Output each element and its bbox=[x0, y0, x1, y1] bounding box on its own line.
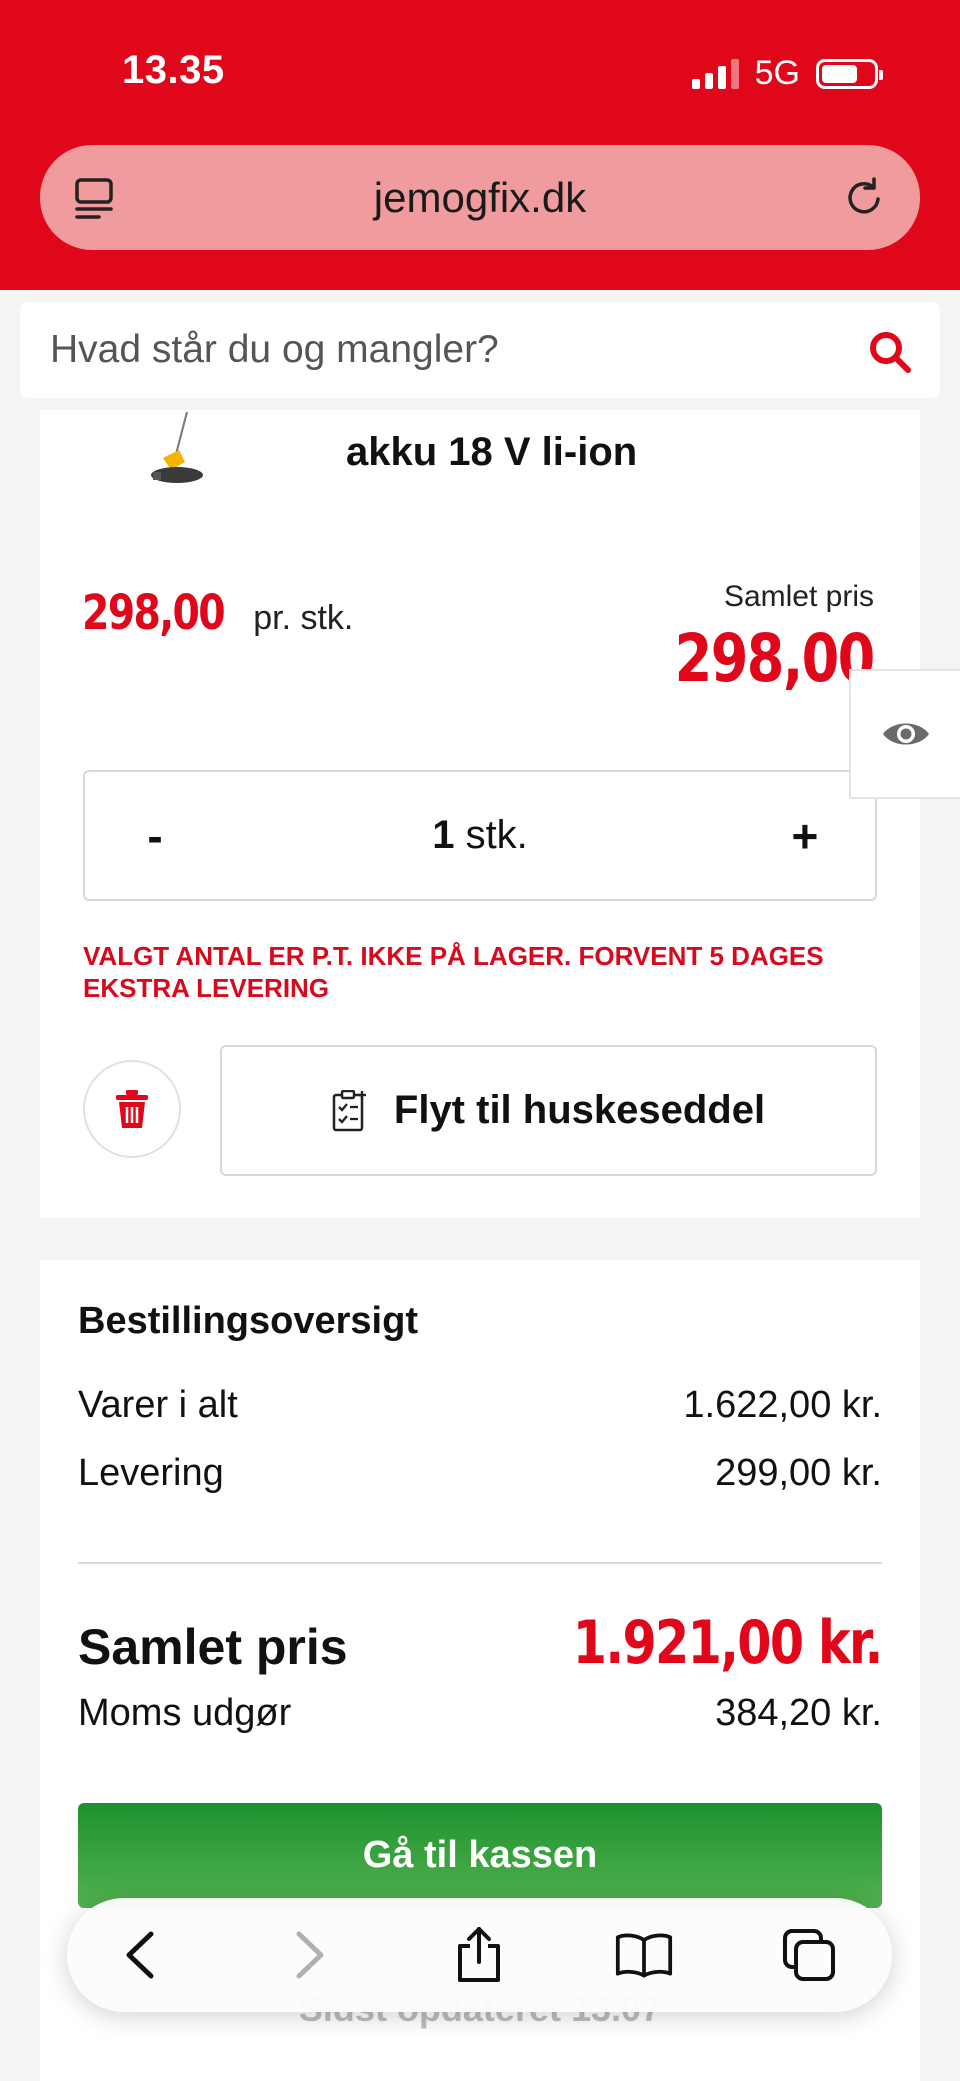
network-label: 5G bbox=[754, 54, 800, 92]
reader-icon[interactable] bbox=[74, 177, 114, 221]
bookmarks-button[interactable] bbox=[615, 1926, 673, 1984]
quantity-unit: stk. bbox=[465, 813, 528, 857]
grand-total-value: 1.921,00 kr. bbox=[573, 1608, 884, 1678]
back-button[interactable] bbox=[111, 1926, 169, 1984]
tabs-icon bbox=[783, 1929, 835, 1981]
decrease-quantity-button[interactable]: - bbox=[135, 809, 175, 863]
visibility-toggle[interactable] bbox=[849, 669, 960, 799]
quantity-stepper: - 1 stk. + bbox=[83, 770, 877, 901]
eye-icon bbox=[882, 723, 929, 745]
forward-icon bbox=[296, 1931, 324, 1979]
checkout-button[interactable]: Gå til kassen bbox=[78, 1803, 882, 1908]
grand-total: 1.921,00 kr. bbox=[505, 1608, 884, 1678]
move-to-wishlist-label: Flyt til huskeseddel bbox=[393, 1088, 766, 1132]
status-indicators: 5G bbox=[691, 54, 883, 93]
reload-icon[interactable] bbox=[842, 175, 886, 219]
product-image[interactable] bbox=[135, 410, 245, 500]
vat-row: Moms udgør 384,20 kr. bbox=[78, 1692, 882, 1735]
remove-item-button[interactable] bbox=[83, 1060, 181, 1158]
move-to-wishlist-button[interactable]: Flyt til huskeseddel bbox=[220, 1045, 877, 1176]
product-title[interactable]: akku 18 V li-ion bbox=[346, 430, 637, 475]
share-icon bbox=[458, 1927, 500, 1982]
unit-price-value: 298,00 bbox=[82, 585, 226, 641]
item-total: 298,00 bbox=[624, 620, 874, 690]
quantity-value: 1 bbox=[432, 813, 455, 857]
share-button[interactable] bbox=[450, 1926, 508, 1984]
tabs-button[interactable] bbox=[780, 1926, 838, 1984]
item-total-label: Samlet pris bbox=[723, 580, 874, 613]
delivery-value: 299,00 kr. bbox=[715, 1452, 882, 1494]
cart-item-card: akku 18 V li-ion 298,00 pr. stk. Samlet … bbox=[40, 410, 920, 1218]
vat-value: 384,20 kr. bbox=[715, 1692, 882, 1734]
forward-button[interactable] bbox=[281, 1926, 339, 1984]
trash-icon bbox=[116, 1090, 148, 1128]
vat-label: Moms udgør bbox=[78, 1692, 292, 1734]
unit-price: 298,00 pr. stk. bbox=[82, 585, 353, 641]
items-total-label: Varer i alt bbox=[78, 1384, 238, 1426]
stock-warning: VALGT ANTAL ER P.T. IKKE PÅ LAGER. FORVE… bbox=[83, 941, 824, 1003]
items-total-value: 1.622,00 kr. bbox=[683, 1384, 882, 1426]
bookmarks-icon bbox=[615, 1933, 673, 1978]
items-total-row: Varer i alt 1.622,00 kr. bbox=[78, 1384, 882, 1427]
delivery-label: Levering bbox=[78, 1452, 224, 1494]
search-icon[interactable] bbox=[868, 330, 912, 374]
summary-title: Bestillingsoversigt bbox=[78, 1300, 418, 1342]
search-placeholder[interactable]: Hvad står du og mangler? bbox=[50, 328, 499, 372]
checklist-icon bbox=[332, 1089, 366, 1131]
increase-quantity-button[interactable]: + bbox=[785, 809, 825, 863]
quantity-display: 1 stk. bbox=[432, 813, 528, 858]
signal-icon bbox=[691, 58, 739, 89]
url-text[interactable]: jemogfix.dk bbox=[374, 174, 586, 222]
unit-price-suffix: pr. stk. bbox=[253, 599, 354, 637]
grand-total-label: Samlet pris bbox=[78, 1619, 348, 1675]
browser-toolbar bbox=[67, 1898, 892, 2012]
delivery-row: Levering 299,00 kr. bbox=[78, 1452, 882, 1495]
browser-header: 13.35 5G jemogfix.dk bbox=[0, 0, 960, 290]
status-time: 13.35 bbox=[122, 48, 225, 92]
url-bar[interactable]: jemogfix.dk bbox=[40, 145, 920, 250]
back-icon bbox=[126, 1931, 154, 1979]
battery-icon bbox=[816, 58, 883, 89]
item-total-value: 298,00 bbox=[674, 620, 874, 690]
search-input[interactable]: Hvad står du og mangler? bbox=[20, 302, 940, 398]
summary-divider bbox=[78, 1562, 882, 1564]
